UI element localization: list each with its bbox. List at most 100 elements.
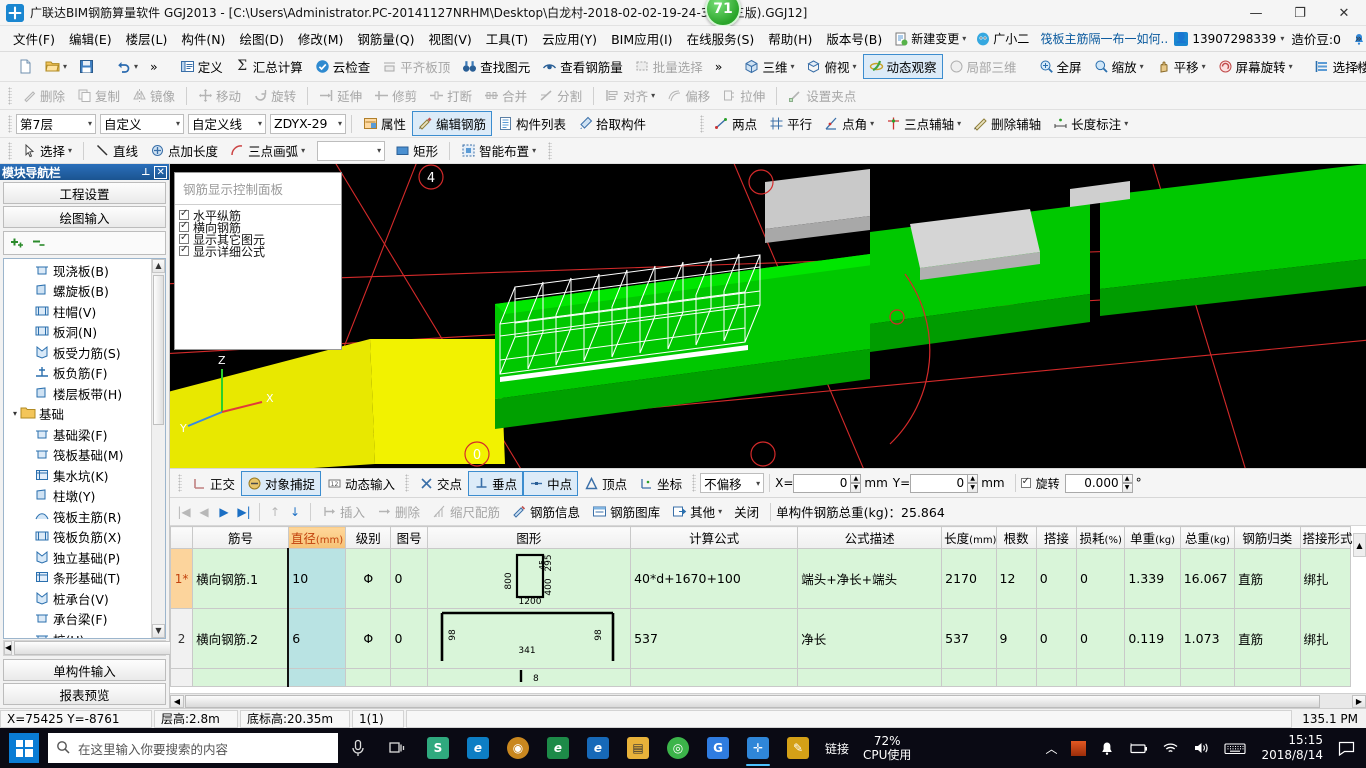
rectangle-tool-button[interactable]: 矩形 xyxy=(389,138,444,163)
scale-rebar-button[interactable]: 缩尺配筋 xyxy=(426,499,506,524)
taskbar-app-edge[interactable]: e xyxy=(458,728,498,768)
table-horizontal-scrollbar[interactable]: ◀ ▶ xyxy=(170,693,1366,708)
taskbar-app-notepad[interactable]: ✎ xyxy=(778,728,818,768)
move-button[interactable]: 移动 xyxy=(192,83,247,108)
category-chevron-down-icon[interactable]: ▾ xyxy=(176,119,180,128)
properties-button[interactable]: 属性 xyxy=(357,111,412,136)
scroll-up-icon[interactable]: ▲ xyxy=(152,259,165,273)
draw-toolbar-grip[interactable] xyxy=(8,141,12,160)
cell-lap-type[interactable] xyxy=(1299,668,1352,687)
view-top-button[interactable]: 俯视 ▾ xyxy=(800,54,862,79)
table-row[interactable]: 2 横向钢筋.2 6 Φ 0 98 98 341 537 净长 537 9 0 … xyxy=(170,608,1352,669)
tree-item-9[interactable]: 楼层板带(H) xyxy=(4,383,151,404)
cloud-check-button[interactable]: 云检查 xyxy=(309,54,377,79)
rotate-checkbox[interactable] xyxy=(1020,476,1031,488)
clock[interactable]: 15:15 2018/8/14 xyxy=(1253,733,1331,763)
cell-category[interactable]: 直筋 xyxy=(1234,548,1301,609)
cell-total-weight[interactable]: 16.067 xyxy=(1179,548,1236,609)
cell-rebar-no[interactable]: 横向钢筋.2 xyxy=(192,608,289,669)
tree-item-12[interactable]: 筏板基础(M) xyxy=(4,445,151,466)
start-button[interactable] xyxy=(0,728,48,768)
taskbar-app-ie-green[interactable]: e xyxy=(538,728,578,768)
table-scroll-up-icon[interactable]: ▲ xyxy=(1353,533,1366,557)
y-spin-down-icon[interactable]: ▼ xyxy=(967,483,979,493)
cell-formula-desc[interactable]: 净长 xyxy=(797,608,943,669)
cortana-icon[interactable] xyxy=(338,728,378,768)
cell-loss[interactable]: 0 xyxy=(1076,548,1126,609)
col-count[interactable]: 根数 xyxy=(995,526,1037,549)
col-lap[interactable]: 搭接 xyxy=(1035,526,1078,549)
menu-bim-app[interactable]: BIM应用(I) xyxy=(604,26,680,51)
nav-next-button[interactable]: ▶ xyxy=(214,505,234,519)
new-file-button[interactable] xyxy=(12,56,39,77)
cell-total-weight[interactable]: 1.073 xyxy=(1179,608,1236,669)
scroll-down-icon[interactable]: ▼ xyxy=(152,624,165,638)
cpu-usage-indicator[interactable]: 72% CPU使用 xyxy=(856,728,918,768)
sidebar-item-report-preview[interactable]: 报表预览 xyxy=(3,683,166,705)
rotate-button[interactable]: 旋转 xyxy=(247,83,302,108)
screen-rotate-button[interactable]: 屏幕旋转 ▾ xyxy=(1212,54,1299,79)
pan-chevron-down-icon[interactable]: ▾ xyxy=(1202,62,1206,71)
col-unit-weight[interactable]: 单重(kg) xyxy=(1124,526,1181,549)
y-spin-up-icon[interactable]: ▲ xyxy=(967,473,979,483)
cell-lap[interactable]: 0 xyxy=(1035,608,1078,669)
sidebar-item-project-settings[interactable]: 工程设置 xyxy=(3,182,166,204)
cell-diameter[interactable] xyxy=(287,668,347,687)
cell-grade[interactable] xyxy=(345,668,392,687)
snapbar-grip[interactable] xyxy=(178,474,182,492)
search-box[interactable]: 在这里输入你要搜索的内容 xyxy=(48,733,338,763)
close-button[interactable]: ✕ xyxy=(1322,0,1366,26)
flame-icon[interactable] xyxy=(1064,728,1093,768)
tree-item-11[interactable]: 基础梁(F) xyxy=(4,424,151,445)
rebar-library-button[interactable]: 钢筋图库 xyxy=(586,499,666,524)
tree-vertical-scrollbar[interactable]: ▲ ▼ xyxy=(151,259,165,638)
object-snap-button[interactable]: 对象捕捉 xyxy=(241,470,322,496)
row-index[interactable]: 1* xyxy=(170,548,194,609)
smart-layout-chevron-down-icon[interactable]: ▾ xyxy=(532,146,536,155)
cell-unit-weight[interactable] xyxy=(1124,668,1181,687)
floor-selector[interactable]: 第7层 ▾ xyxy=(16,113,96,134)
row-index[interactable]: 2 xyxy=(170,608,194,669)
action-center-icon[interactable] xyxy=(1331,728,1362,768)
open-chevron-down-icon[interactable]: ▾ xyxy=(63,62,67,71)
cell-formula[interactable]: 537 xyxy=(630,608,799,669)
extend-button[interactable]: 延伸 xyxy=(313,83,368,108)
col-lap-type[interactable]: 搭接形式 xyxy=(1299,526,1353,549)
subcategory-chevron-down-icon[interactable]: ▾ xyxy=(258,119,262,128)
cell-count[interactable]: 9 xyxy=(995,608,1037,669)
offset-button[interactable]: 偏移 xyxy=(661,83,716,108)
cell-total-weight[interactable] xyxy=(1179,668,1236,687)
snap-vertex-button[interactable]: 顶点 xyxy=(578,471,633,496)
cell-drawing-no[interactable]: 0 xyxy=(390,548,428,609)
tree-item-14[interactable]: 柱墩(Y) xyxy=(4,486,151,507)
dynamic-input-button[interactable]: 12 动态输入 xyxy=(321,471,401,496)
component-toolbar-grip[interactable] xyxy=(8,114,12,133)
menu-tools[interactable]: 工具(T) xyxy=(479,26,535,51)
wifi-icon[interactable] xyxy=(1155,728,1186,768)
break-button[interactable]: 打断 xyxy=(423,83,478,108)
copy-button[interactable]: 复制 xyxy=(71,83,126,108)
edit-rebar-button[interactable]: 编辑钢筋 xyxy=(412,111,493,136)
rebar-info-button[interactable]: 钢筋信息 xyxy=(506,499,586,524)
checkbox-icon[interactable] xyxy=(179,232,189,244)
stretch-button[interactable]: 拉伸 xyxy=(716,83,771,108)
undo-chevron-down-icon[interactable]: ▾ xyxy=(134,62,138,71)
cell-category[interactable] xyxy=(1234,668,1301,687)
notification-badge[interactable]: 71 xyxy=(705,0,741,27)
maximize-button[interactable]: ❐ xyxy=(1278,0,1322,26)
cell-shape[interactable]: 98 98 341 xyxy=(426,608,632,669)
delete-row-button[interactable]: 删除 xyxy=(371,499,426,524)
menubar-overflow-button[interactable]: » xyxy=(1355,32,1362,45)
tree-item-8[interactable]: 板负筋(F) xyxy=(4,363,151,384)
minimize-button[interactable]: — xyxy=(1234,0,1278,26)
y-offset-input[interactable] xyxy=(910,473,969,493)
point-angle-chevron-down-icon[interactable]: ▾ xyxy=(870,119,874,128)
toolbar-overflow-1[interactable]: » xyxy=(144,56,164,77)
table-scroll-left-icon[interactable]: ◀ xyxy=(170,694,184,708)
rebar-display-control-panel[interactable]: 钢筋显示控制面板 水平纵筋 横向钢筋 显示其它图元 xyxy=(174,172,342,350)
col-rebar-no[interactable]: 筋号 xyxy=(192,526,289,549)
checkbox-icon[interactable] xyxy=(179,244,189,256)
cell-formula-desc[interactable]: 端头+净长+端头 xyxy=(797,548,943,609)
cell-grade[interactable]: Φ xyxy=(345,548,392,609)
offset-grip[interactable] xyxy=(692,474,697,492)
